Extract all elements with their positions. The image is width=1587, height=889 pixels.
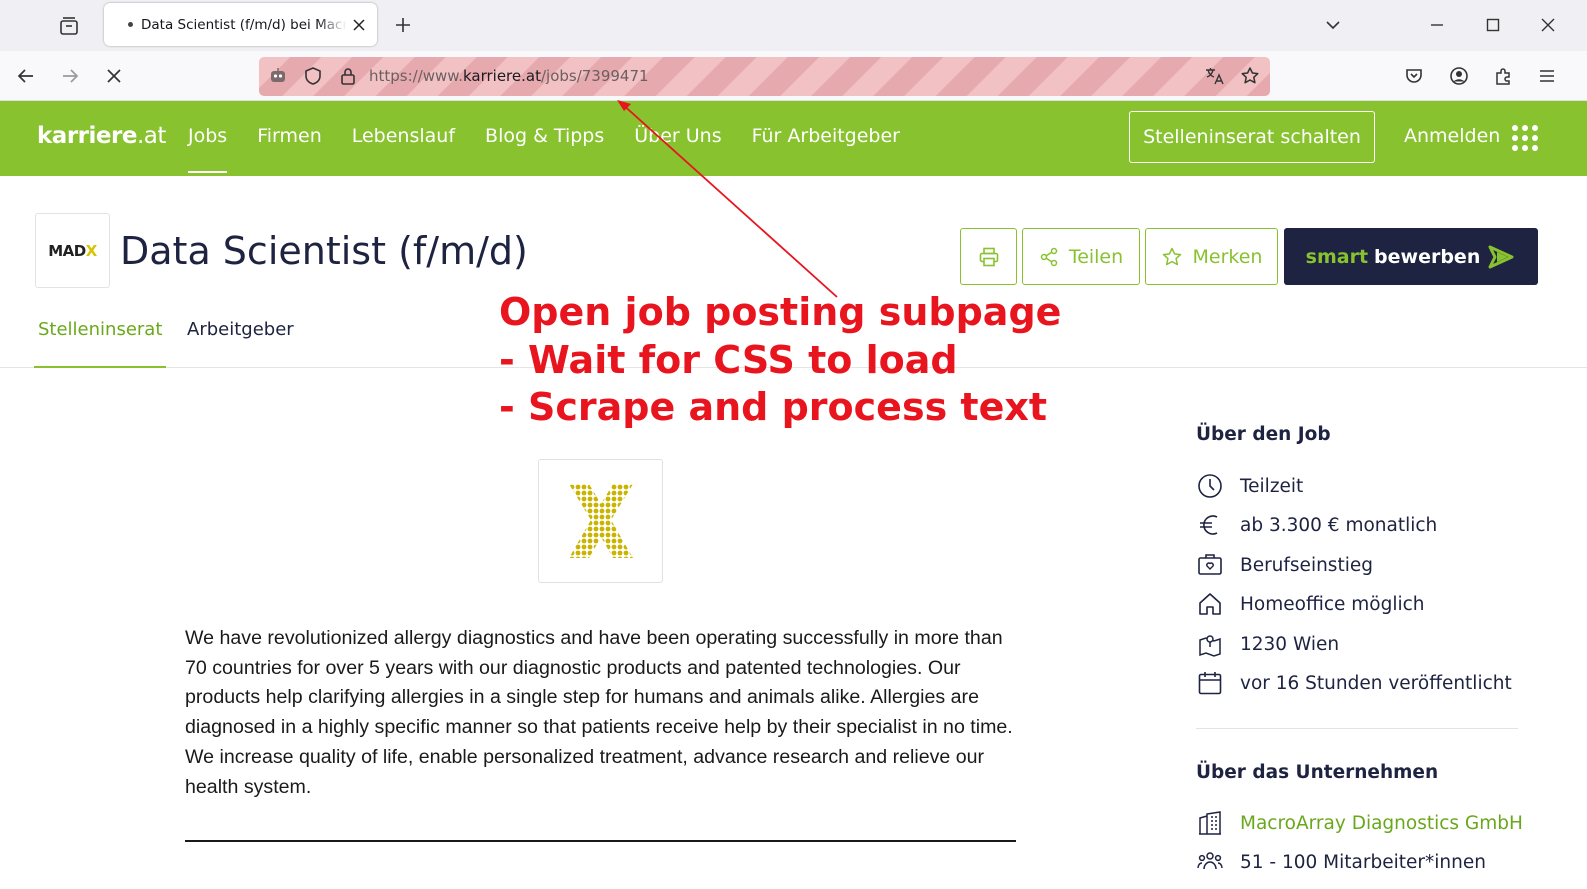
save-button[interactable]: Merken <box>1145 228 1278 285</box>
job-description: We have revolutionized allergy diagnosti… <box>185 627 1013 798</box>
nav-firmen[interactable]: Firmen <box>257 125 322 173</box>
extensions-icon[interactable] <box>1490 63 1516 89</box>
smart-apply-button[interactable]: smart bewerben <box>1284 228 1538 285</box>
x-dots-icon <box>569 484 633 558</box>
nav-jobs[interactable]: Jobs <box>188 125 228 173</box>
login-link[interactable]: Anmelden <box>1404 125 1500 147</box>
job-title: Data Scientist (f/m/d) <box>120 229 528 273</box>
tab-overview-icon[interactable] <box>56 13 82 39</box>
stop-loading-icon[interactable] <box>101 63 127 89</box>
clock-icon <box>1196 472 1224 500</box>
share-icon <box>1040 247 1058 266</box>
window-close-icon[interactable] <box>1535 12 1561 38</box>
account-icon[interactable] <box>1446 63 1472 89</box>
star-icon <box>1162 247 1181 265</box>
briefcase-icon <box>1196 551 1224 579</box>
menu-hamburger-icon[interactable] <box>1534 63 1560 89</box>
browser-nav-bar: https://www.karriere.at/jobs/7399471 <box>0 51 1587 101</box>
tab-title: Data Scientist (f/m/d) bei MacroArray <box>141 16 347 33</box>
bookmark-star-icon[interactable] <box>1239 65 1261 87</box>
share-button[interactable]: Teilen <box>1022 228 1140 285</box>
calendar-icon <box>1196 669 1224 697</box>
job-fact-salary: ab 3.300 € monatlich <box>1196 511 1437 539</box>
nav-blog-tipps[interactable]: Blog & Tipps <box>485 125 604 173</box>
annotation-text: Open job posting subpage - Wait for CSS … <box>499 290 1062 429</box>
karriere-logo[interactable]: karriere.at <box>37 123 166 149</box>
nav-ueber-uns[interactable]: Über Uns <box>634 125 721 173</box>
company-x-logo <box>538 459 663 583</box>
tab-stelleninserat[interactable]: Stelleninserat <box>34 319 167 368</box>
tab-close-icon[interactable] <box>351 17 367 33</box>
content-divider <box>185 840 1016 842</box>
people-icon <box>1196 848 1224 876</box>
print-button[interactable] <box>960 228 1017 285</box>
new-tab-icon[interactable] <box>392 14 414 36</box>
nav-fuer-arbeitgeber[interactable]: Für Arbeitgeber <box>752 125 900 173</box>
maximize-icon[interactable] <box>1480 12 1506 38</box>
job-fact-homeoffice: Homeoffice möglich <box>1196 590 1425 618</box>
job-fact-employment-type: Teilzeit <box>1196 472 1303 500</box>
minimize-icon[interactable] <box>1424 12 1450 38</box>
remote-control-robot-icon[interactable] <box>267 65 289 87</box>
home-icon <box>1196 590 1224 618</box>
browser-tab-active[interactable]: Data Scientist (f/m/d) bei MacroArray <box>104 3 377 46</box>
forward-arrow-icon[interactable] <box>57 63 83 89</box>
url-text: https://www.karriere.at/jobs/7399471 <box>369 67 649 85</box>
company-name-link[interactable]: MacroArray Diagnostics GmbH <box>1196 809 1523 837</box>
back-arrow-icon[interactable] <box>13 63 39 89</box>
tab-list-chevron-icon[interactable] <box>1320 12 1346 38</box>
about-company-heading: Über das Unternehmen <box>1196 762 1439 783</box>
save-label: Merken <box>1192 245 1263 268</box>
sidebar-divider <box>1196 728 1518 729</box>
tab-loading-dot-icon <box>128 22 133 27</box>
map-pin-icon <box>1196 630 1224 658</box>
building-icon <box>1196 809 1224 837</box>
lock-icon[interactable] <box>337 65 359 87</box>
address-bar[interactable]: https://www.karriere.at/jobs/7399471 <box>259 57 1270 96</box>
translate-icon[interactable] <box>1203 65 1225 87</box>
job-fact-level: Berufseinstieg <box>1196 551 1373 579</box>
job-fact-published: vor 16 Stunden veröffentlicht <box>1196 669 1512 697</box>
site-nav: Jobs Firmen Lebenslauf Blog & Tipps Über… <box>188 125 930 173</box>
printer-icon <box>979 247 998 266</box>
share-label: Teilen <box>1068 245 1124 268</box>
site-header: karriere.at Jobs Firmen Lebenslauf Blog … <box>0 101 1587 176</box>
play-arrow-icon <box>1488 245 1514 268</box>
company-logo[interactable]: MADX <box>35 213 110 288</box>
about-job-heading: Über den Job <box>1196 424 1331 445</box>
job-fact-location: 1230 Wien <box>1196 630 1339 658</box>
company-size: 51 - 100 Mitarbeiter*innen <box>1196 848 1486 876</box>
nav-lebenslauf[interactable]: Lebenslauf <box>352 125 455 173</box>
tracking-protection-shield-icon[interactable] <box>302 65 324 87</box>
post-job-ad-button[interactable]: Stelleninserat schalten <box>1129 111 1375 163</box>
browser-tab-bar: Data Scientist (f/m/d) bei MacroArray <box>0 0 1587 51</box>
apps-grid-icon[interactable] <box>1512 125 1538 151</box>
tab-arbeitgeber[interactable]: Arbeitgeber <box>187 319 294 366</box>
pocket-icon[interactable] <box>1401 63 1427 89</box>
euro-icon <box>1196 511 1224 539</box>
